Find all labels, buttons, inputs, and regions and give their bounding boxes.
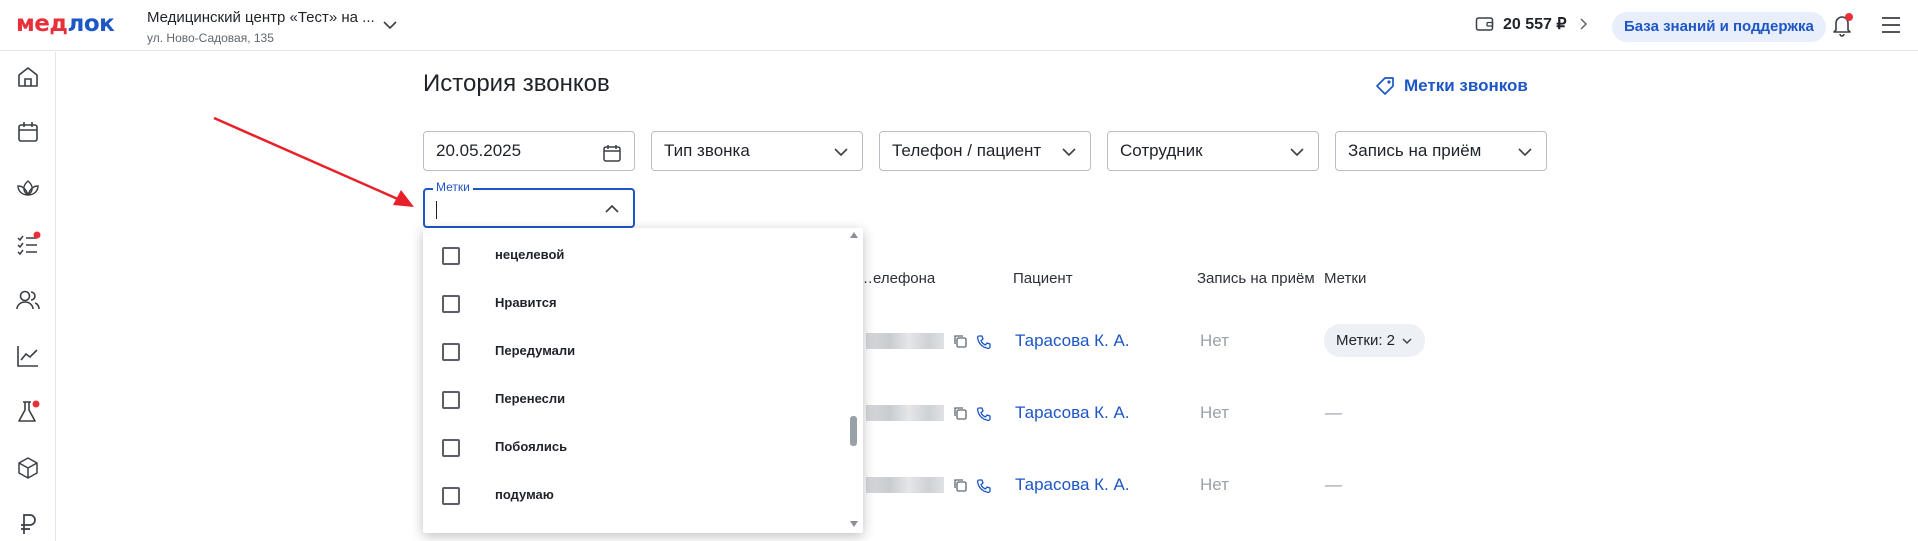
balance-amount: 20 557 ₽ — [1503, 16, 1567, 33]
chevron-down-icon — [1062, 148, 1076, 157]
copy-icon[interactable] — [953, 478, 967, 492]
appointment-label: Запись на приём — [1348, 141, 1482, 160]
appointment-select[interactable]: Запись на приём — [1335, 131, 1547, 171]
users-icon[interactable] — [14, 286, 42, 314]
checkbox[interactable] — [442, 391, 460, 409]
bell-icon[interactable] — [1829, 12, 1855, 38]
call-type-select[interactable]: Тип звонка — [651, 131, 863, 171]
checkbox[interactable] — [442, 343, 460, 361]
chevron-down-icon[interactable] — [382, 17, 398, 33]
checkbox[interactable] — [442, 439, 460, 457]
chevron-up-icon[interactable] — [603, 200, 621, 218]
phone-icon[interactable] — [976, 406, 992, 422]
phone-patient-select[interactable]: Телефон / пациент — [879, 131, 1091, 171]
column-header-phone: …елефона — [858, 270, 936, 287]
option-label: нецелевой — [495, 247, 565, 262]
medlok-logo[interactable]: медлок — [16, 11, 115, 37]
patient-link[interactable]: Тарасова К. А. — [1015, 475, 1130, 495]
clinic-address: ул. Ново-Садовая, 135 — [147, 31, 274, 45]
tags-filter-label: Метки — [433, 180, 473, 194]
tags-filter-input[interactable]: Метки — [423, 180, 635, 228]
tag-icon — [1376, 77, 1394, 95]
clinic-name: Медицинский центр «Тест» на ... — [147, 9, 375, 26]
option-label: Передумали — [495, 343, 576, 358]
knowledge-base-button[interactable]: База знаний и поддержка — [1612, 12, 1826, 42]
page-title: История звонков — [423, 70, 610, 97]
scroll-down-arrow-icon[interactable] — [850, 521, 858, 527]
phone-icon[interactable] — [976, 334, 992, 350]
appointment-value: Нет — [1200, 331, 1229, 350]
tags-dropdown: нецелевой Нравится Передумали Перенесли … — [423, 228, 863, 533]
hamburger-menu-icon[interactable] — [1880, 14, 1902, 36]
column-header-patient: Пациент — [1013, 270, 1073, 287]
checkbox[interactable] — [442, 487, 460, 505]
checkbox[interactable] — [442, 247, 460, 265]
phone-icon[interactable] — [976, 478, 992, 494]
box-icon[interactable] — [14, 454, 42, 482]
column-header-tags: Метки — [1324, 270, 1367, 287]
call-tags-label: Метки звонков — [1404, 76, 1528, 95]
dropdown-option[interactable]: нецелевой — [423, 232, 843, 280]
wallet-icon — [1475, 17, 1494, 31]
copy-icon[interactable] — [953, 334, 967, 348]
chart-icon[interactable] — [14, 342, 42, 370]
tags-chip[interactable]: Метки: 2 — [1324, 324, 1425, 357]
date-filter[interactable]: 20.05.2025 — [423, 131, 635, 171]
option-label: Побоялись — [495, 439, 568, 454]
appointment-value: Нет — [1200, 403, 1229, 422]
annotation-arrow-icon — [213, 116, 414, 207]
chevron-down-icon — [834, 148, 848, 157]
calendar-icon[interactable] — [602, 143, 622, 163]
masked-phone — [866, 405, 944, 421]
flask-icon[interactable] — [14, 398, 42, 426]
top-bar: медлок Медицинский центр «Тест» на ... у… — [0, 0, 1918, 51]
ruble-icon[interactable] — [14, 510, 42, 538]
scrollbar-thumb[interactable] — [850, 416, 857, 446]
patient-link[interactable]: Тарасова К. А. — [1015, 331, 1130, 351]
appointment-value: Нет — [1200, 475, 1229, 494]
phone-patient-label: Телефон / пациент — [892, 141, 1042, 160]
option-label: Перенесли — [495, 391, 566, 406]
sidebar — [0, 52, 56, 541]
scroll-up-arrow-icon[interactable] — [850, 232, 858, 238]
dropdown-option[interactable]: Передумали — [423, 328, 843, 376]
tags-chip-label: Метки: 2 — [1336, 332, 1395, 349]
column-header-appointment: Запись на приём — [1197, 270, 1315, 287]
balance-widget[interactable]: 20 557 ₽ — [1475, 14, 1591, 34]
chevron-down-icon — [1518, 148, 1532, 157]
text-cursor — [436, 201, 437, 219]
copy-icon[interactable] — [953, 406, 967, 420]
checkbox[interactable] — [442, 295, 460, 313]
dropdown-option[interactable]: Побоялись — [423, 424, 843, 472]
dropdown-option[interactable]: подумаю — [423, 472, 843, 520]
tags-empty: — — [1325, 475, 1342, 494]
call-type-label: Тип звонка — [664, 141, 750, 160]
tags-empty: — — [1325, 403, 1342, 422]
masked-phone — [866, 477, 944, 493]
dropdown-option[interactable]: Перенесли — [423, 376, 843, 424]
option-label: Нравится — [495, 295, 557, 310]
employee-select[interactable]: Сотрудник — [1107, 131, 1319, 171]
masked-phone — [866, 333, 944, 349]
dropdown-option[interactable]: Нравится — [423, 280, 843, 328]
chevron-right-icon — [1580, 18, 1587, 30]
clinic-selector[interactable]: Медицинский центр «Тест» на ... ул. Ново… — [147, 9, 377, 45]
chevron-down-icon — [1290, 148, 1304, 157]
employee-label: Сотрудник — [1120, 141, 1203, 160]
home-icon[interactable] — [14, 63, 42, 91]
checklist-icon[interactable] — [14, 230, 42, 258]
chevron-down-icon — [1402, 338, 1412, 344]
call-tags-link[interactable]: Метки звонков — [1374, 75, 1528, 97]
calendar-icon[interactable] — [14, 118, 42, 146]
patient-link[interactable]: Тарасова К. А. — [1015, 403, 1130, 423]
lotus-icon[interactable] — [14, 174, 42, 202]
option-label: подумаю — [495, 487, 554, 502]
date-value: 20.05.2025 — [436, 141, 522, 160]
